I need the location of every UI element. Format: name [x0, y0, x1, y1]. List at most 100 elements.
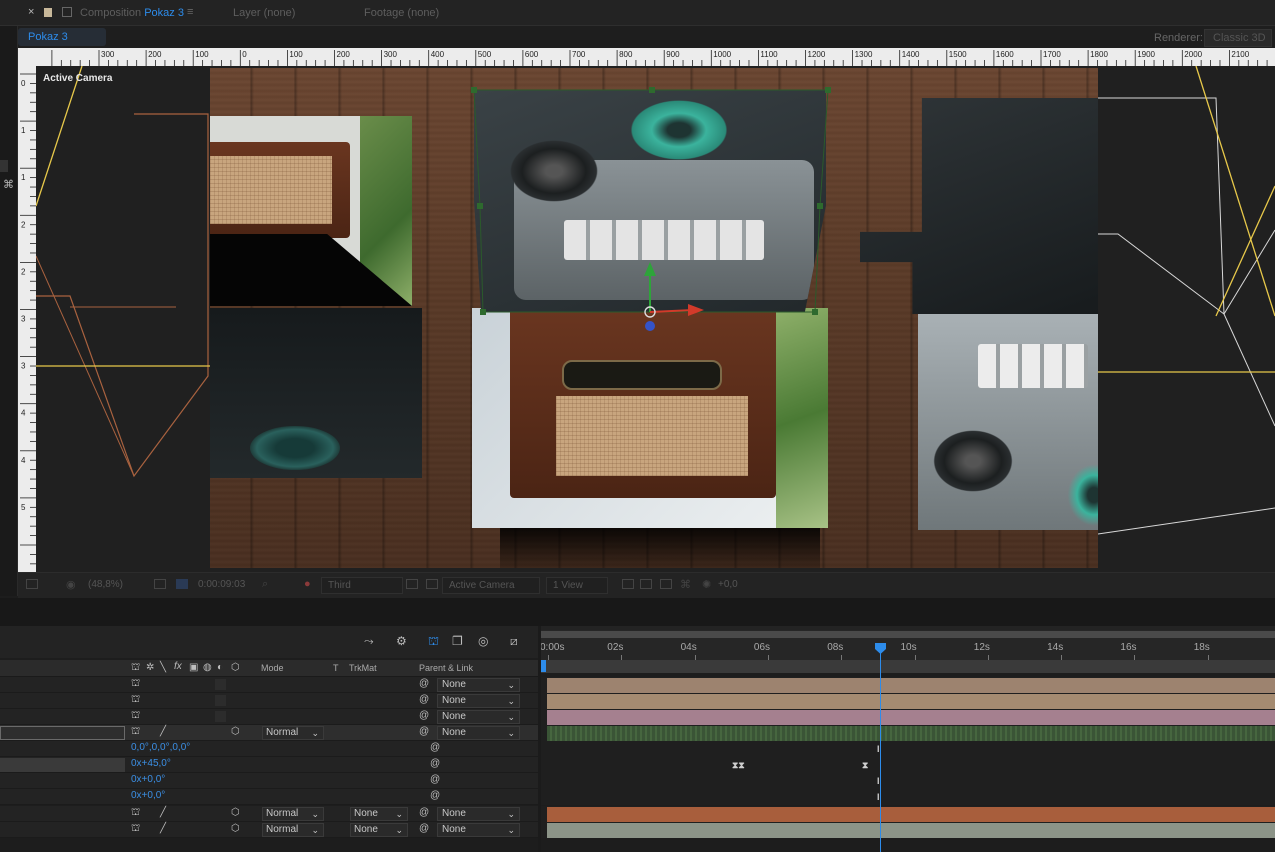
shy-icon[interactable]: ⛫: [131, 823, 140, 836]
keyframe-marker[interactable]: ⧗: [862, 760, 868, 771]
frame-blend-column-icon[interactable]: ▣: [189, 662, 198, 673]
motion-blur-icon[interactable]: ◎: [478, 634, 488, 648]
flowchart-icon[interactable]: ⌘: [680, 578, 691, 591]
layer-duration-bar[interactable]: [547, 726, 1275, 741]
shy-layers-icon[interactable]: ⛫: [428, 634, 439, 650]
layout-dropdown[interactable]: 1 View: [546, 577, 608, 594]
timeline-icon[interactable]: [660, 579, 672, 589]
shy-icon[interactable]: ⛫: [131, 694, 140, 707]
work-area-start-marker[interactable]: [541, 660, 546, 672]
view-dropdown[interactable]: Active Camera: [442, 577, 540, 594]
property-row[interactable]: 0x+0,0° @: [0, 773, 540, 789]
parent-dropdown[interactable]: None ⌄: [437, 823, 520, 837]
snapshot-icon[interactable]: [176, 579, 188, 589]
panel-grip-icon[interactable]: [0, 160, 8, 172]
layer-switch-box[interactable]: [215, 679, 226, 690]
fast-previews-icon[interactable]: [640, 579, 652, 589]
layer-row[interactable]: ⛫ ╱ ⬡ Normal ⌄ None ⌄ @ None ⌄: [0, 822, 540, 838]
playhead[interactable]: [880, 643, 881, 852]
layer-row[interactable]: ⛫ ╱ ⬡ Normal ⌄ None ⌄ @ None ⌄: [0, 806, 540, 822]
layer-duration-bar[interactable]: [547, 807, 1275, 822]
parent-dropdown[interactable]: None ⌄: [437, 694, 520, 708]
quality-icon[interactable]: ╱: [160, 726, 166, 737]
layer-tab[interactable]: Layer (none): [233, 7, 295, 19]
layer-switch-box[interactable]: [215, 695, 226, 706]
channels-icon[interactable]: ●: [304, 578, 311, 590]
renderer-dropdown[interactable]: Classic 3D: [1204, 29, 1272, 47]
footage-tab[interactable]: Footage (none): [364, 7, 439, 19]
pickwhip-icon[interactable]: @: [419, 694, 429, 705]
layer-switch-box[interactable]: [215, 711, 226, 722]
pickwhip-icon[interactable]: @: [419, 710, 429, 721]
quality-icon[interactable]: ╱: [160, 807, 166, 818]
shy-icon[interactable]: ⛫: [131, 807, 140, 820]
pickwhip-icon[interactable]: @: [419, 726, 429, 737]
layer-name-field[interactable]: [0, 726, 125, 740]
effects-column-icon[interactable]: fx: [174, 661, 182, 672]
pickwhip-icon[interactable]: @: [419, 807, 429, 818]
resolution-dropdown[interactable]: Third: [321, 577, 403, 594]
property-value[interactable]: 0,0°,0,0°,0,0°: [131, 742, 190, 753]
expression-pickwhip-icon[interactable]: @: [430, 790, 440, 801]
motion-blur-column-icon[interactable]: ◍: [203, 662, 212, 673]
work-area-bar[interactable]: [541, 631, 1275, 638]
3d-layer-icon[interactable]: ⬡: [231, 726, 240, 737]
parent-dropdown[interactable]: None ⌄: [437, 710, 520, 724]
composition-frame[interactable]: [210, 68, 1098, 568]
quality-icon[interactable]: ╱: [160, 823, 166, 834]
mask-icon[interactable]: ◉: [66, 578, 76, 591]
layer-duration-bar[interactable]: [547, 710, 1275, 725]
transform-gizmo[interactable]: [210, 68, 1098, 568]
shy-column-icon[interactable]: ⛫: [131, 662, 140, 675]
camera-icon[interactable]: ⌕: [262, 578, 268, 591]
frame-blending-icon[interactable]: ❐: [452, 634, 463, 648]
pickwhip-icon[interactable]: @: [419, 823, 429, 834]
layer-duration-bar[interactable]: [547, 678, 1275, 693]
comp-subtab[interactable]: Pokaz 3: [18, 28, 106, 46]
exposure-value[interactable]: +0,0: [718, 579, 738, 590]
layer-row[interactable]: ⛫ @ None ⌄: [0, 693, 540, 709]
exposure-icon[interactable]: ✺: [702, 578, 711, 591]
always-preview-icon[interactable]: [26, 579, 38, 589]
3d-layer-icon[interactable]: ⬡: [231, 807, 240, 818]
keyframe-marker[interactable]: ⧗⧗: [732, 760, 745, 771]
trkmat-dropdown[interactable]: None ⌄: [350, 807, 408, 821]
safe-zones-icon[interactable]: [154, 579, 166, 589]
shy-icon[interactable]: ⛫: [131, 726, 140, 739]
expression-pickwhip-icon[interactable]: @: [430, 774, 440, 785]
trkmat-dropdown[interactable]: None ⌄: [350, 823, 408, 837]
expression-pickwhip-icon[interactable]: @: [430, 758, 440, 769]
property-row[interactable]: 0x+45,0° @: [0, 757, 540, 773]
blend-mode-dropdown[interactable]: Normal ⌄: [262, 726, 324, 740]
layer-row[interactable]: ⛫ @ None ⌄: [0, 677, 540, 693]
close-icon[interactable]: ×: [28, 6, 34, 18]
parent-dropdown[interactable]: None ⌄: [437, 726, 520, 740]
panel-menu-icon[interactable]: ≡: [187, 6, 193, 18]
parent-dropdown[interactable]: None ⌄: [437, 678, 520, 692]
collapse-column-icon[interactable]: ✲: [146, 662, 154, 673]
network-icon[interactable]: ⌘: [3, 178, 14, 191]
layer-duration-bar[interactable]: [547, 823, 1275, 838]
toggle-pixel-aspect-icon[interactable]: [622, 579, 634, 589]
draft-3d-icon[interactable]: ⚙: [396, 634, 407, 648]
pickwhip-icon[interactable]: @: [419, 678, 429, 689]
property-value[interactable]: 0x+45,0°: [131, 758, 171, 769]
layer-row[interactable]: ⛫ @ None ⌄: [0, 709, 540, 725]
shy-icon[interactable]: ⛫: [131, 710, 140, 723]
blend-mode-dropdown[interactable]: Normal ⌄: [262, 807, 324, 821]
region-icon[interactable]: [406, 579, 418, 589]
parent-dropdown[interactable]: None ⌄: [437, 807, 520, 821]
composition-tab[interactable]: Composition Pokaz 3: [80, 7, 184, 19]
property-value[interactable]: 0x+0,0°: [131, 790, 165, 801]
expression-pickwhip-icon[interactable]: @: [430, 742, 440, 753]
transparency-grid-icon[interactable]: [426, 579, 438, 589]
lock-icon[interactable]: [44, 8, 52, 17]
property-row[interactable]: 0,0°,0,0°,0,0° @: [0, 741, 540, 757]
layer-duration-bar[interactable]: [547, 694, 1275, 709]
composition-mini-flowchart-icon[interactable]: ⤳: [364, 634, 374, 649]
zoom-dropdown[interactable]: (48,8%): [88, 579, 123, 590]
current-time[interactable]: 0:00:09:03: [198, 579, 245, 590]
3d-layer-icon[interactable]: ⬡: [231, 823, 240, 834]
graph-editor-icon[interactable]: ⧄: [510, 634, 518, 649]
layer-row[interactable]: ⛫ ╱ ⬡ Normal ⌄ @ None ⌄: [0, 725, 540, 741]
